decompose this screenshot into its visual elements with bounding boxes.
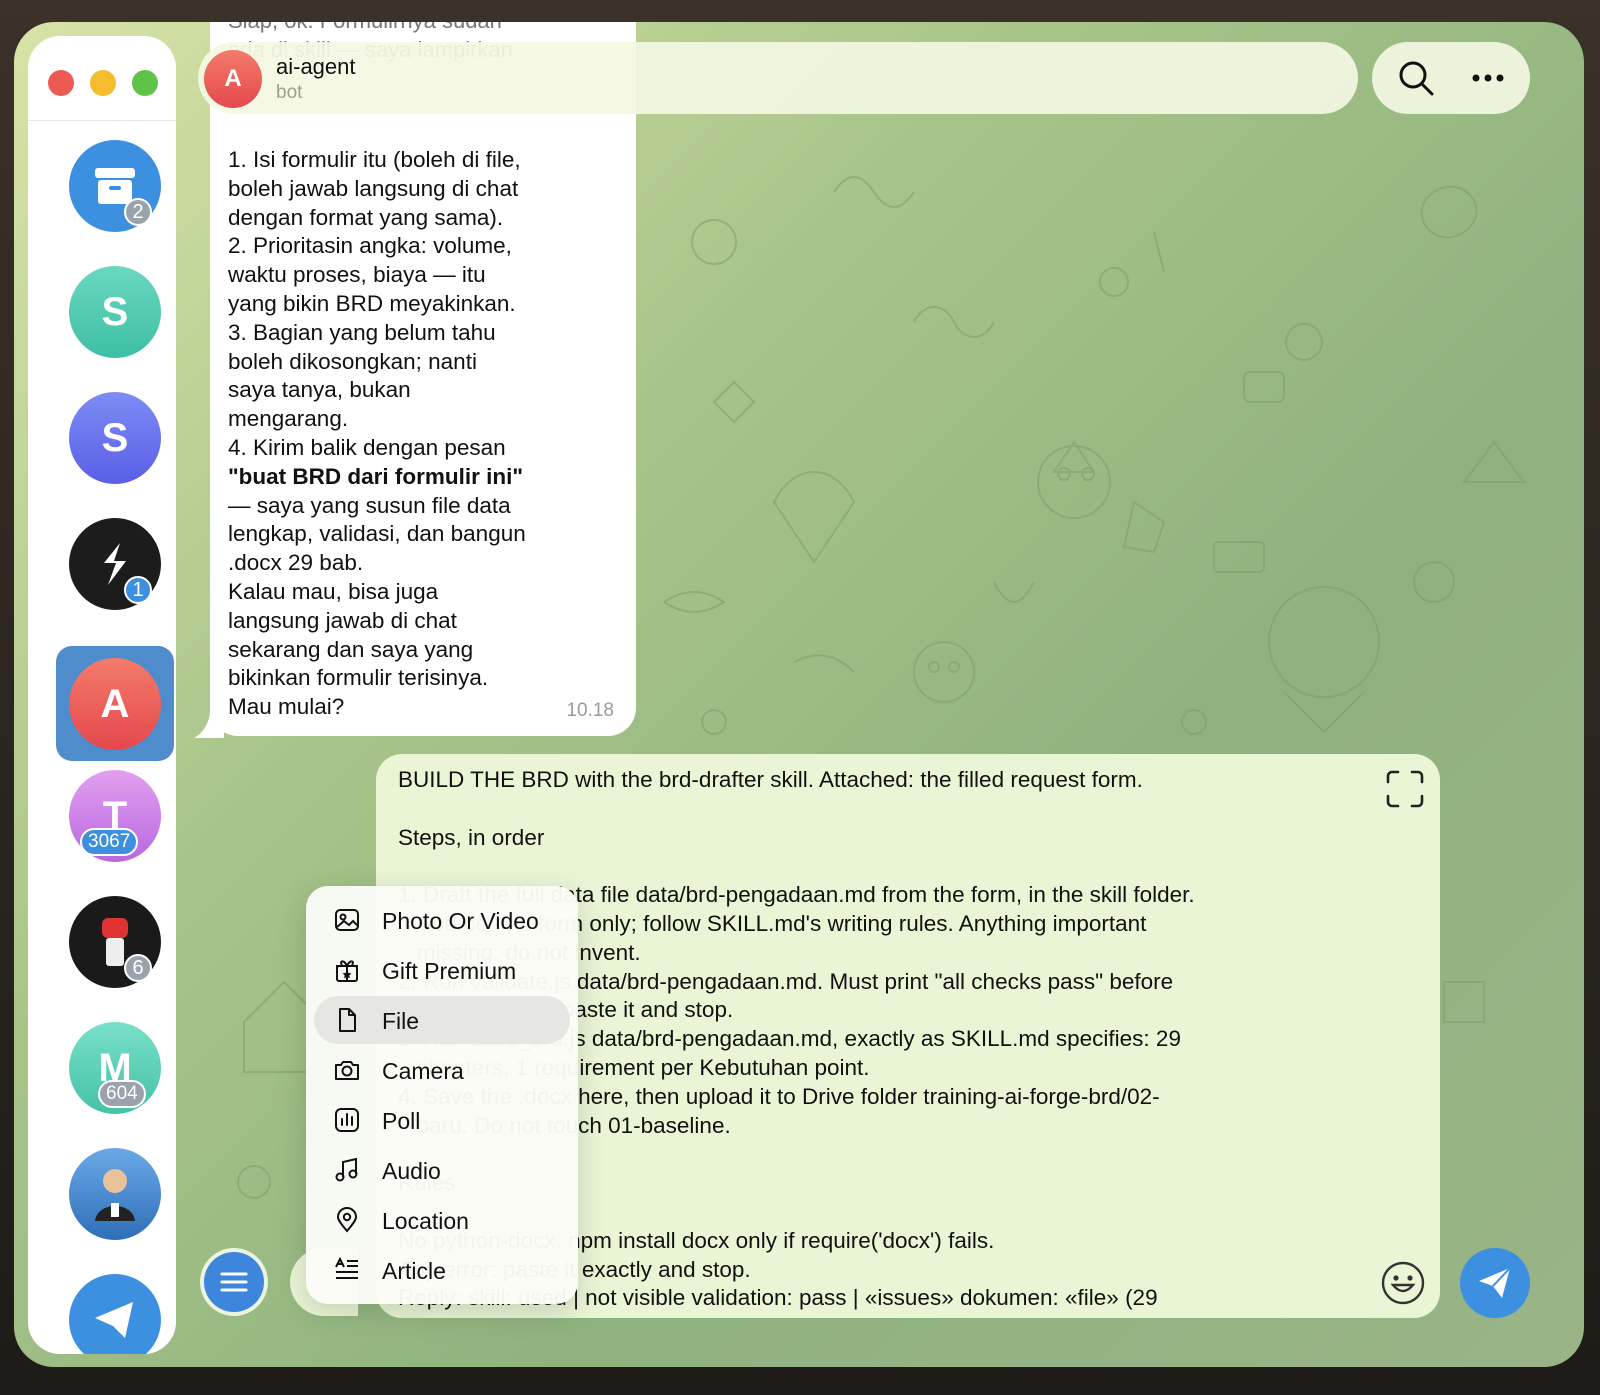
unread-badge: 3067 [80,828,139,856]
menu-item-label: Location [382,1208,469,1234]
file-icon [339,1008,356,1032]
sidebar-item-telegram-app[interactable] [69,1274,161,1354]
search-icon[interactable] [1390,52,1442,104]
unread-badge: 604 [98,1080,146,1108]
menu-item-article[interactable]: Article [314,1246,570,1294]
menu-item-camera[interactable]: Camera [314,1046,570,1094]
sidebar-item-chat-ai-agent[interactable]: A [69,658,161,750]
sidebar-item-chat-s-teal[interactable]: S [69,266,161,358]
menu-item-file[interactable]: File [314,996,570,1044]
camera-icon [335,1061,359,1080]
menu-item-label: Audio [382,1158,441,1184]
window-maximize-button[interactable] [132,70,158,96]
menu-item-label: Poll [382,1108,421,1134]
article-icon [335,1257,358,1279]
unread-badge: 6 [124,954,152,982]
window-minimize-button[interactable] [90,70,116,96]
person-avatar-icon [95,1169,135,1221]
menu-item-label: Photo Or Video [382,908,539,934]
bot-menu-button[interactable] [200,1248,268,1316]
emoji-icon[interactable] [1380,1260,1426,1306]
menu-icon [204,1252,264,1312]
chat-avatar[interactable]: A [204,50,262,108]
menu-item-audio[interactable]: Audio [314,1146,570,1194]
incoming-message[interactable]: Siap, ok. Formulirnya sudah ada di skill… [210,22,636,736]
poll-icon [335,1108,359,1132]
gift-icon [336,960,358,982]
telegram-icon [95,1302,133,1338]
location-icon [336,1207,358,1233]
message-bold-text: "buat BRD dari formulir ini" [228,463,524,489]
menu-item-label: Camera [382,1058,464,1084]
header-actions [1372,42,1530,114]
chat-title: ai-agent [276,54,356,79]
menu-item-location[interactable]: Location [314,1196,570,1244]
sidebar-divider [28,120,176,121]
menu-item-label: Article [382,1258,446,1284]
attach-menu: Photo Or Video Gift Premium File Camera … [306,886,578,1304]
send-icon [1479,1267,1511,1298]
window-close-button[interactable] [48,70,74,96]
chat-header[interactable]: A ai-agent bot [198,42,1358,114]
menu-item-poll[interactable]: Poll [314,1096,570,1144]
menu-item-gift-premium[interactable]: Gift Premium [314,946,570,994]
chat-sidebar: 2 S S 1 A T 3067 6 M 604 [28,36,176,1354]
message-text-part2: — saya yang susun file data lengkap, val… [228,492,526,720]
chat-subtitle: bot [276,82,303,103]
menu-item-label: Gift Premium [382,958,517,984]
unread-badge: 1 [124,576,152,604]
expand-icon[interactable] [1384,768,1426,810]
menu-item-label: File [382,1008,420,1034]
sidebar-item-chat-s-blue[interactable]: S [69,392,161,484]
message-text: 1. Isi formulir itu (boleh di file, bole… [228,146,568,722]
send-button[interactable] [1460,1248,1530,1318]
message-text-part1: 1. Isi formulir itu (boleh di file, bole… [228,147,521,460]
menu-item-photo-video[interactable]: Photo Or Video [314,896,570,944]
unread-badge: 2 [124,198,152,226]
telegram-window: Siap, ok. Formulirnya sudah ada di skill… [14,22,1584,1367]
sidebar-item-chat-photo[interactable] [69,1148,161,1240]
audio-icon [335,1157,358,1182]
message-time: 10.18 [566,700,614,721]
more-options-icon[interactable] [1462,52,1514,104]
photo-video-icon [335,909,359,931]
